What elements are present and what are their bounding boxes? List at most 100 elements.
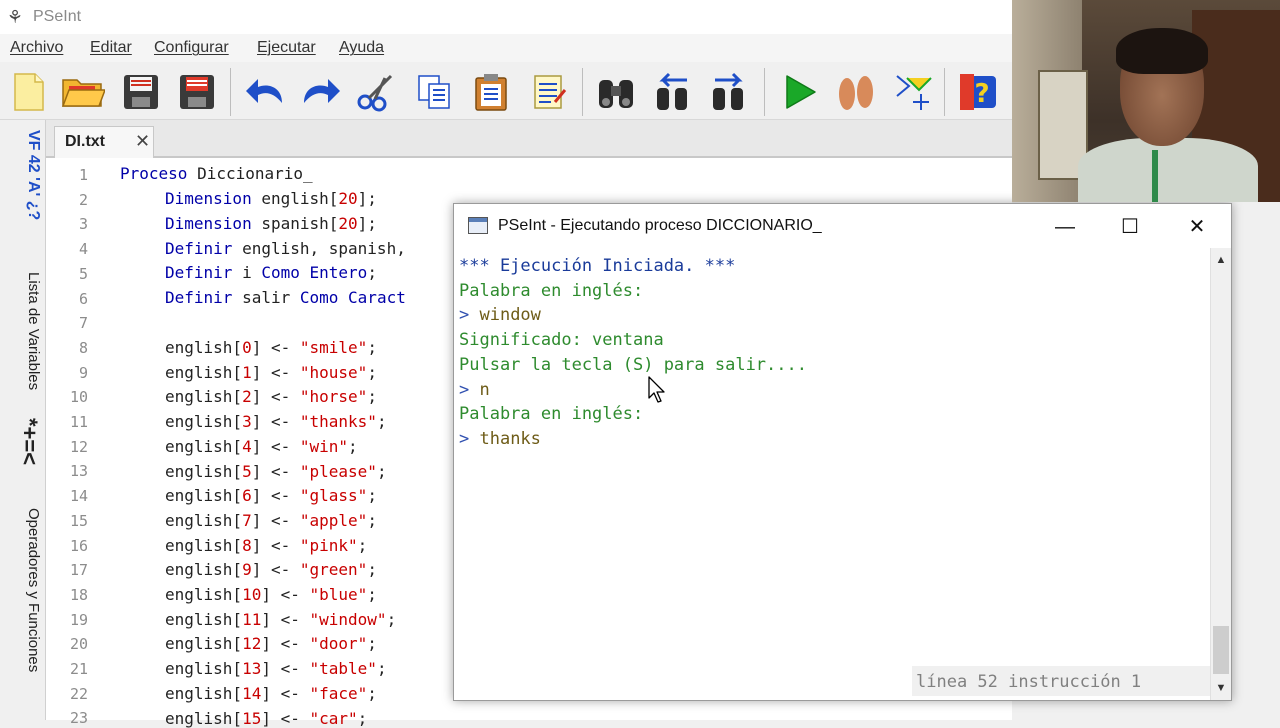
code-line: english[7] <- "apple"; bbox=[165, 510, 377, 530]
cut-icon[interactable] bbox=[352, 70, 398, 114]
console-output-line: *** Ejecución Iniciada. *** bbox=[459, 256, 736, 276]
console-input-line: > n bbox=[459, 379, 490, 400]
scroll-up-icon[interactable]: ▲ bbox=[1211, 248, 1231, 272]
line-number: 22 bbox=[69, 684, 88, 703]
code-line: english[10] <- "blue"; bbox=[165, 585, 377, 604]
tab-strip: DI.txt ✕ bbox=[46, 120, 1012, 158]
minimize-icon[interactable]: — bbox=[1042, 212, 1088, 242]
operators-panel-tab[interactable]: Operadores y Funciones bbox=[4, 508, 42, 672]
find-binoculars-icon[interactable] bbox=[594, 70, 640, 114]
toolbar-separator bbox=[230, 68, 231, 116]
code-line: english[6] <- "glass"; bbox=[165, 486, 377, 506]
menu-editar[interactable]: Editar bbox=[90, 39, 132, 57]
code-line: Definir i Como Entero; bbox=[165, 263, 377, 282]
console-title: PSeInt - Ejecutando proceso DICCIONARIO_ bbox=[498, 217, 822, 234]
code-line: english[4] <- "win"; bbox=[165, 436, 358, 456]
webcam-overlay bbox=[1012, 0, 1280, 202]
variables-panel-tab[interactable]: Lista de Variables bbox=[4, 272, 42, 390]
svg-text:?: ? bbox=[974, 79, 989, 109]
console-input-line: > window bbox=[459, 305, 541, 326]
menu-archivo[interactable]: Archivo bbox=[10, 39, 63, 57]
code-line: english[2] <- "horse"; bbox=[165, 387, 377, 407]
line-number: 2 bbox=[78, 190, 88, 209]
code-line: english[13] <- "table"; bbox=[165, 659, 387, 679]
webcam-presenter bbox=[1078, 138, 1258, 202]
console-output-line: Palabra en inglés: bbox=[459, 280, 644, 301]
redo-icon[interactable] bbox=[298, 70, 344, 114]
open-folder-icon[interactable] bbox=[60, 70, 106, 114]
scroll-thumb[interactable] bbox=[1213, 626, 1229, 674]
code-line: Definir salir Como Caract bbox=[165, 288, 406, 307]
find-prev-icon[interactable] bbox=[650, 70, 696, 114]
copy-icon[interactable] bbox=[412, 70, 458, 114]
scroll-down-icon[interactable]: ▼ bbox=[1211, 676, 1231, 700]
code-line: english[11] <- "window"; bbox=[165, 609, 397, 629]
symbols-palette[interactable]: VF 42 'A' ¿? bbox=[4, 130, 42, 220]
menu-ejecutar[interactable]: Ejecutar bbox=[257, 39, 316, 57]
line-number: 6 bbox=[78, 289, 88, 308]
console-scrollbar[interactable]: ▲ ▼ bbox=[1210, 248, 1231, 700]
step-by-step-icon[interactable] bbox=[832, 70, 878, 114]
run-icon[interactable] bbox=[776, 70, 822, 114]
code-line: english[15] <- "car"; bbox=[165, 708, 368, 728]
close-icon[interactable]: ✕ bbox=[135, 131, 150, 152]
code-line: english[3] <- "thanks"; bbox=[165, 412, 387, 432]
execution-console-window: PSeInt - Ejecutando proceso DICCIONARIO_… bbox=[453, 203, 1232, 701]
line-number: 5 bbox=[78, 264, 88, 283]
code-line: english[14] <- "face"; bbox=[165, 683, 377, 703]
menu-bar: Archivo Editar Configurar Ejecutar Ayuda bbox=[0, 34, 1012, 62]
line-number: 16 bbox=[69, 536, 88, 555]
pseint-logo-icon: ⚘ bbox=[6, 7, 24, 27]
code-line: Proceso Diccionario_ bbox=[120, 164, 313, 183]
console-output[interactable]: *** Ejecución Iniciada. *** Palabra en in… bbox=[454, 248, 1210, 700]
console-output-line: Significado: ventana bbox=[459, 330, 664, 351]
console-input-line: > thanks bbox=[459, 428, 541, 449]
operators-symbols[interactable]: *+=< bbox=[4, 418, 42, 465]
close-icon[interactable]: ✕ bbox=[1174, 212, 1220, 242]
maximize-icon[interactable]: ☐ bbox=[1107, 212, 1153, 242]
line-number: 12 bbox=[69, 437, 88, 456]
line-number: 10 bbox=[69, 388, 88, 407]
toolbar: ? bbox=[0, 62, 1012, 120]
console-window-icon bbox=[468, 217, 488, 234]
save-icon[interactable] bbox=[118, 70, 164, 114]
window-title: PSeInt bbox=[33, 8, 82, 25]
tab-label: DI.txt bbox=[65, 133, 105, 150]
code-line: Dimension spanish[20]; bbox=[165, 214, 377, 233]
code-line: english[12] <- "door"; bbox=[165, 634, 377, 654]
code-line: Definir english, spanish, bbox=[165, 239, 406, 258]
execution-status: línea 52 instrucción 1 bbox=[912, 666, 1210, 696]
line-number: 1 bbox=[78, 166, 88, 184]
menu-configurar[interactable]: Configurar bbox=[154, 39, 229, 57]
line-number: 8 bbox=[78, 338, 88, 357]
webcam-presenter-hair bbox=[1116, 28, 1208, 74]
paste-icon[interactable] bbox=[468, 70, 514, 114]
code-line: english[0] <- "smile"; bbox=[165, 338, 377, 357]
toolbar-separator bbox=[944, 68, 945, 116]
line-number: 21 bbox=[69, 660, 88, 678]
help-icon[interactable]: ? bbox=[956, 70, 1002, 114]
line-number: 15 bbox=[69, 511, 88, 530]
line-number: 4 bbox=[78, 240, 88, 259]
code-line: english[8] <- "pink"; bbox=[165, 535, 368, 555]
webcam-presenter bbox=[1152, 150, 1158, 202]
flowchart-icon[interactable] bbox=[888, 70, 934, 114]
console-output-line: Pulsar la tecla (S) para salir.... bbox=[459, 354, 807, 375]
line-number: 20 bbox=[69, 635, 88, 654]
console-title-bar[interactable]: PSeInt - Ejecutando proceso DICCIONARIO_… bbox=[454, 204, 1231, 248]
menu-ayuda[interactable]: Ayuda bbox=[339, 39, 384, 57]
console-output-line: Palabra en inglés: bbox=[459, 404, 644, 425]
line-number: 11 bbox=[69, 413, 88, 431]
code-line: english[9] <- "green"; bbox=[165, 560, 377, 580]
undo-icon[interactable] bbox=[242, 70, 288, 114]
save-as-icon[interactable] bbox=[174, 70, 220, 114]
code-line: Dimension english[20]; bbox=[165, 189, 377, 208]
edit-list-icon[interactable] bbox=[526, 70, 572, 114]
line-number: 13 bbox=[69, 462, 88, 481]
new-file-icon[interactable] bbox=[6, 70, 52, 114]
tab-di-txt[interactable]: DI.txt ✕ bbox=[54, 126, 154, 158]
line-number: 14 bbox=[69, 487, 88, 506]
find-next-icon[interactable] bbox=[706, 70, 752, 114]
line-number: 7 bbox=[78, 314, 88, 333]
code-line: english[1] <- "house"; bbox=[165, 362, 377, 382]
